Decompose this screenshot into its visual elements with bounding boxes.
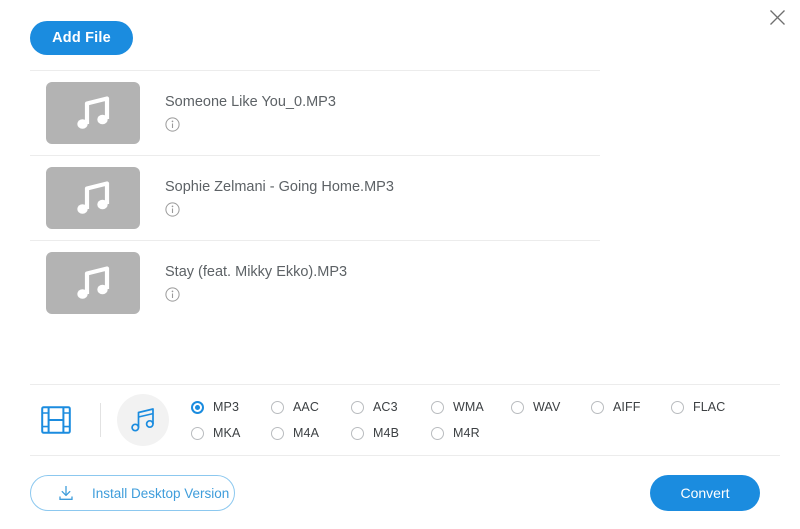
format-label: WMA: [453, 400, 484, 414]
converter-window: Add File Someone Like You_0.MP3: [0, 0, 800, 529]
film-strip-icon: [41, 406, 71, 434]
format-bar: MP3 AAC AC3 WMA WAV AIFF: [30, 384, 780, 455]
music-note-icon: [46, 167, 140, 229]
radio-icon: [511, 401, 524, 414]
radio-icon: [671, 401, 684, 414]
file-name: Stay (feat. Mikky Ekko).MP3: [165, 264, 347, 280]
info-icon[interactable]: [165, 117, 180, 132]
radio-icon: [591, 401, 604, 414]
format-option-m4r[interactable]: M4R: [431, 426, 511, 440]
radio-icon: [431, 401, 444, 414]
footer: Install Desktop Version Convert: [30, 455, 780, 529]
format-option-mp3[interactable]: MP3: [191, 400, 271, 414]
format-option-aiff[interactable]: AIFF: [591, 400, 671, 414]
file-meta: Someone Like You_0.MP3: [165, 94, 336, 132]
radio-icon: [271, 427, 284, 440]
file-name: Someone Like You_0.MP3: [165, 94, 336, 110]
close-icon[interactable]: [762, 2, 792, 32]
format-label: M4A: [293, 426, 319, 440]
install-desktop-version-label: Install Desktop Version: [92, 486, 229, 501]
table-row[interactable]: Someone Like You_0.MP3: [30, 70, 600, 155]
format-option-m4a[interactable]: M4A: [271, 426, 351, 440]
format-label: WAV: [533, 400, 560, 414]
file-name: Sophie Zelmani - Going Home.MP3: [165, 179, 394, 195]
radio-icon: [431, 427, 444, 440]
format-option-ac3[interactable]: AC3: [351, 400, 431, 414]
format-option-wma[interactable]: WMA: [431, 400, 511, 414]
format-option-wav[interactable]: WAV: [511, 400, 591, 414]
format-options: MP3 AAC AC3 WMA WAV AIFF: [191, 394, 751, 446]
info-icon[interactable]: [165, 287, 180, 302]
format-label: AAC: [293, 400, 319, 414]
format-label: AC3: [373, 400, 398, 414]
format-label: FLAC: [693, 400, 725, 414]
format-label: MP3: [213, 400, 239, 414]
format-label: M4R: [453, 426, 480, 440]
info-icon[interactable]: [165, 202, 180, 217]
media-type-tabs: [30, 394, 169, 446]
format-option-m4b[interactable]: M4B: [351, 426, 431, 440]
format-label: MKA: [213, 426, 240, 440]
radio-icon: [351, 401, 364, 414]
radio-icon: [351, 427, 364, 440]
add-file-button[interactable]: Add File: [30, 21, 133, 55]
music-note-icon: [46, 252, 140, 314]
download-icon: [57, 484, 75, 502]
file-meta: Stay (feat. Mikky Ekko).MP3: [165, 264, 347, 302]
install-desktop-version-button[interactable]: Install Desktop Version: [30, 475, 235, 511]
format-option-mka[interactable]: MKA: [191, 426, 271, 440]
tab-audio[interactable]: [117, 394, 169, 446]
file-list: Someone Like You_0.MP3: [30, 70, 600, 325]
radio-icon: [271, 401, 284, 414]
tab-divider: [100, 403, 101, 437]
format-option-aac[interactable]: AAC: [271, 400, 351, 414]
convert-button[interactable]: Convert: [650, 475, 760, 511]
table-row[interactable]: Sophie Zelmani - Going Home.MP3: [30, 155, 600, 240]
table-row[interactable]: Stay (feat. Mikky Ekko).MP3: [30, 240, 600, 325]
music-note-icon: [46, 82, 140, 144]
radio-icon: [191, 427, 204, 440]
format-label: AIFF: [613, 400, 640, 414]
radio-icon: [191, 401, 204, 414]
music-note-icon: [128, 406, 158, 434]
tab-video[interactable]: [30, 394, 82, 446]
file-meta: Sophie Zelmani - Going Home.MP3: [165, 179, 394, 217]
format-label: M4B: [373, 426, 399, 440]
format-option-flac[interactable]: FLAC: [671, 400, 751, 414]
